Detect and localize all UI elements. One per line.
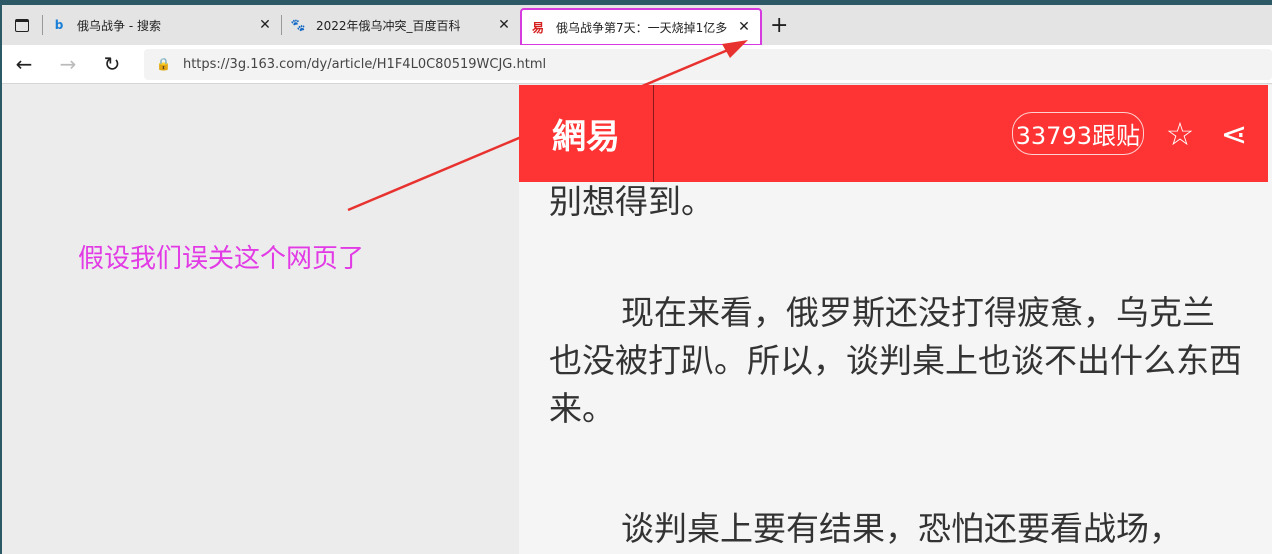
close-tab-icon[interactable]: ✕ (257, 17, 273, 33)
tab-actions-icon (15, 18, 29, 32)
article-view: 網易 33793跟贴 ☆ ⋖ 别想得到。 现在来看，俄罗斯还没打得疲惫，乌克兰也… (519, 85, 1272, 554)
paragraph: 谈判桌上要有结果，恐怕还要看战场， (621, 509, 1182, 548)
netease-logo[interactable]: 網易 (519, 85, 654, 182)
address-bar: ← → ↻ 🔒 https://3g.163.com/dy/article/H1… (2, 45, 1272, 84)
forward-button[interactable]: → (46, 52, 90, 76)
comments-button[interactable]: 33793跟贴 (1011, 112, 1144, 155)
lock-icon[interactable]: 🔒 (156, 57, 171, 71)
tab-bar: b 俄乌战争 - 搜索 ✕ 🐾 2022年俄乌冲突_百度百科 ✕ 易 俄乌战争第… (2, 5, 1272, 46)
tab-actions-button[interactable] (2, 5, 42, 45)
tab-title: 俄乌战争第7天：一天烧掉1亿多 (556, 20, 728, 35)
article-body: 别想得到。 现在来看，俄罗斯还没打得疲惫，乌克兰也没被打趴。所以，谈判桌上也谈不… (549, 178, 1242, 553)
annotation-text: 假设我们误关这个网页了 (78, 244, 365, 274)
browser-window: b 俄乌战争 - 搜索 ✕ 🐾 2022年俄乌冲突_百度百科 ✕ 易 俄乌战争第… (2, 5, 1272, 554)
netease-icon: 易 (531, 20, 544, 35)
refresh-button[interactable]: ↻ (90, 52, 134, 76)
url-input[interactable]: 🔒 https://3g.163.com/dy/article/H1F4L0C8… (144, 48, 1272, 80)
tab-title: 2022年俄乌冲突_百度百科 (316, 18, 461, 33)
paragraph: 现在来看，俄罗斯还没打得疲惫，乌克兰也没被打趴。所以，谈判桌上也谈不出什么东西来… (549, 293, 1242, 428)
url-text: https://3g.163.com/dy/article/H1F4L0C805… (182, 56, 547, 72)
bing-icon: b (54, 18, 64, 32)
site-header: 網易 33793跟贴 ☆ ⋖ (519, 85, 1268, 182)
close-tab-icon[interactable]: ✕ (736, 19, 752, 35)
tab-title: 俄乌战争 - 搜索 (77, 18, 161, 33)
baidu-icon: 🐾 (290, 18, 306, 32)
close-tab-icon[interactable]: ✕ (496, 17, 512, 33)
star-icon[interactable]: ☆ (1160, 115, 1200, 153)
paragraph: 别想得到。 (549, 182, 714, 221)
new-tab-button[interactable]: + (770, 13, 788, 38)
tab-netease-article[interactable]: 易 俄乌战争第7天：一天烧掉1亿多 ✕ (520, 8, 762, 46)
tab-baidu-baike[interactable]: 🐾 2022年俄乌冲突_百度百科 ✕ (282, 8, 520, 42)
share-icon[interactable]: ⋖ (1214, 115, 1254, 153)
tab-bing-search[interactable]: b 俄乌战争 - 搜索 ✕ (43, 8, 281, 42)
back-button[interactable]: ← (2, 52, 46, 76)
